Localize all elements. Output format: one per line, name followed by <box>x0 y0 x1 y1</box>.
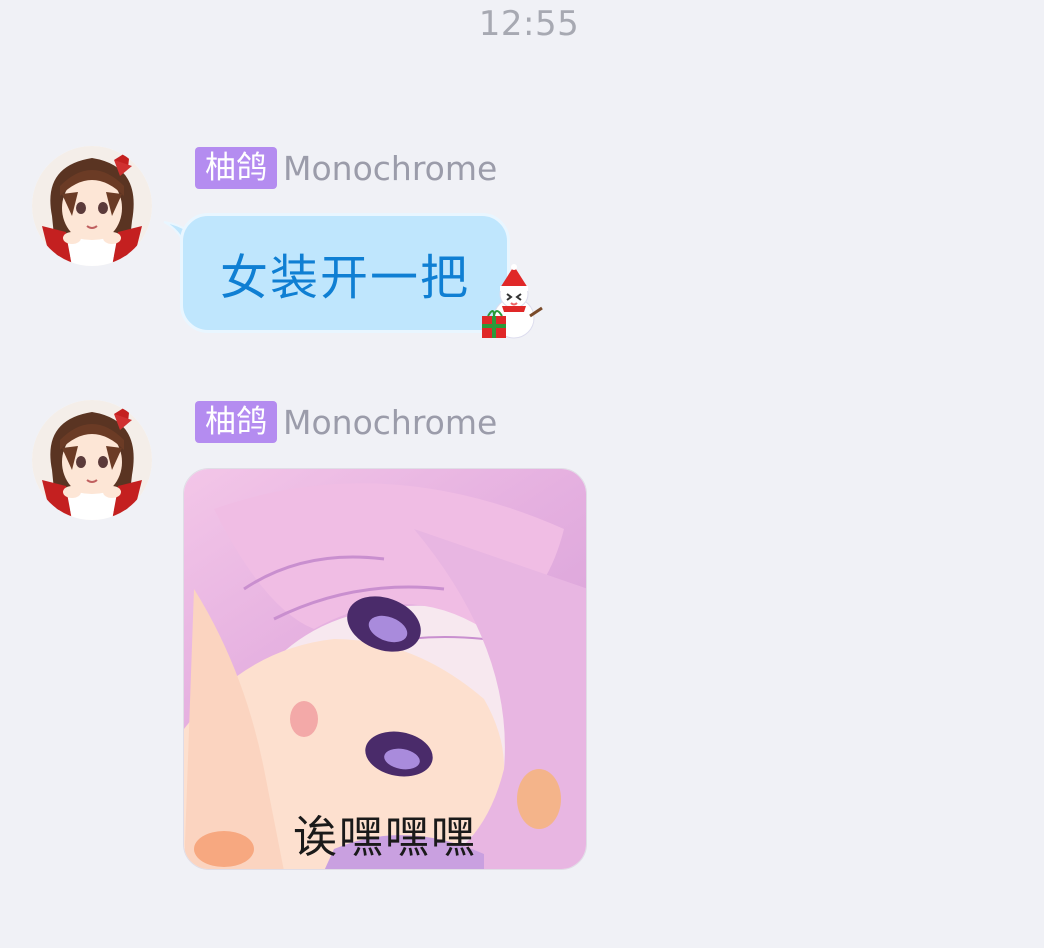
sender-title-badge: 柚鸽 <box>195 401 277 443</box>
sender-name[interactable]: Monochrome <box>283 149 497 188</box>
sender-row: 柚鸽 Monochrome <box>195 401 497 443</box>
message-timestamp: 12:55 <box>478 4 580 44</box>
anime-girl-avatar-icon[interactable] <box>32 146 152 266</box>
chat-message: 柚鸽 Monochrome 诶嘿嘿嘿 <box>0 400 1044 880</box>
message-text: 女装开一把 <box>219 250 470 306</box>
sender-title-badge: 柚鸽 <box>195 147 277 189</box>
sender-name[interactable]: Monochrome <box>283 403 497 442</box>
message-bubble[interactable]: 女装开一把 <box>180 213 510 333</box>
sticker-image[interactable]: 诶嘿嘿嘿 <box>183 468 587 870</box>
chat-screen: 12:55 柚鸽 Monochrome 女装开一把 柚鸽 Monochrome … <box>0 0 1044 948</box>
sender-row: 柚鸽 Monochrome <box>195 147 497 189</box>
chat-message: 柚鸽 Monochrome 女装开一把 <box>0 146 1044 356</box>
anime-girl-avatar-icon[interactable] <box>32 400 152 520</box>
sticker-caption: 诶嘿嘿嘿 <box>293 812 477 863</box>
snowman-gift-icon <box>482 264 543 339</box>
